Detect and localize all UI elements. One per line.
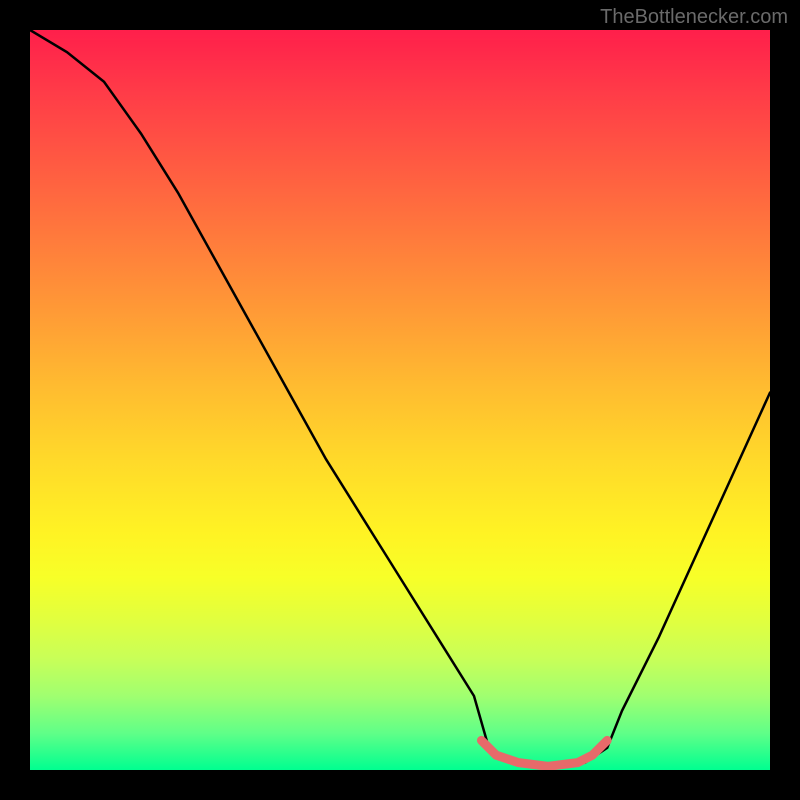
watermark-text: TheBottlenecker.com bbox=[600, 6, 788, 29]
bottleneck-curve bbox=[30, 30, 770, 766]
curve-svg bbox=[30, 30, 770, 770]
optimal-band-highlight bbox=[481, 740, 607, 766]
chart-area bbox=[30, 30, 770, 770]
